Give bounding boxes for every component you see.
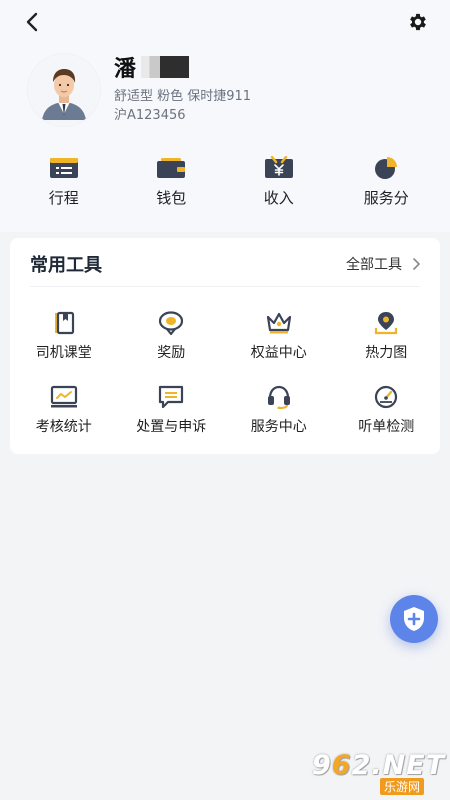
name-redaction-mask: [141, 56, 190, 78]
name-row: 潘: [114, 52, 190, 82]
common-tools-card: 常用工具 全部工具 司机课堂 奖励 权益中心 热力图 考核统计 处置与申诉 服务…: [10, 238, 440, 454]
divider: [30, 286, 420, 287]
back-arrow-icon: [26, 12, 38, 32]
settings-button[interactable]: [406, 10, 430, 34]
back-button[interactable]: [20, 10, 44, 34]
tool-heatmap[interactable]: 热力图: [333, 310, 441, 362]
gauge-icon: [372, 384, 400, 410]
all-tools-label: 全部工具: [346, 257, 402, 273]
car-info: 舒适型 粉色 保时捷911: [114, 89, 252, 104]
tool-reward[interactable]: 奖励: [118, 310, 226, 362]
chart-board-icon: [50, 384, 78, 410]
site-watermark: 962.NET 乐游网: [306, 750, 446, 795]
message-icon: [157, 384, 185, 410]
tool-assessment-stats[interactable]: 考核统计: [10, 384, 118, 436]
income-yen-icon: [261, 155, 297, 181]
tool-label: 听单检测: [358, 419, 415, 435]
safety-shield-button[interactable]: [390, 595, 438, 643]
tool-label: 司机课堂: [35, 345, 92, 361]
tool-label: 服务中心: [250, 419, 307, 435]
tool-label: 权益中心: [250, 345, 307, 361]
book-icon: [50, 310, 78, 336]
tool-label: 处置与申诉: [136, 419, 207, 435]
tool-label: 考核统计: [35, 419, 92, 435]
quick-action-trips[interactable]: 行程: [10, 155, 118, 215]
tool-benefits-center[interactable]: 权益中心: [225, 310, 333, 362]
quick-action-label: 服务分: [363, 189, 409, 207]
tool-service-center[interactable]: 服务中心: [225, 384, 333, 436]
quick-actions: 行程 钱包 收入 服务分: [10, 155, 440, 215]
gear-icon: [410, 13, 426, 31]
wallet-icon: [153, 155, 189, 181]
quick-action-income[interactable]: 收入: [225, 155, 333, 215]
quick-action-label: 行程: [48, 189, 79, 207]
tool-order-detection[interactable]: 听单检测: [333, 384, 441, 436]
tool-disposal-appeal[interactable]: 处置与申诉: [118, 384, 226, 436]
chevron-right-icon: [412, 258, 420, 270]
quick-action-wallet[interactable]: 钱包: [118, 155, 226, 215]
reward-badge-icon: [157, 310, 185, 336]
shield-plus-icon: [404, 607, 424, 631]
driver-avatar-icon: [28, 54, 100, 126]
tool-label: 热力图: [365, 345, 408, 361]
location-pin-icon: [372, 310, 400, 336]
driver-profile[interactable]: 潘 舒适型 粉色 保时捷911 沪A123456: [28, 52, 428, 126]
headset-icon: [265, 384, 293, 410]
trip-list-icon: [46, 155, 82, 181]
header-area: 潘 舒适型 粉色 保时捷911 沪A123456 行程 钱包 收入 服务分: [0, 0, 450, 232]
tools-grid: 司机课堂 奖励 权益中心 热力图 考核统计 处置与申诉 服务中心 听单检测: [10, 310, 440, 436]
section-title: 常用工具: [30, 255, 102, 276]
quick-action-label: 钱包: [156, 189, 187, 207]
tool-label: 奖励: [157, 345, 186, 361]
crown-icon: [265, 310, 293, 336]
quick-action-label: 收入: [263, 189, 294, 207]
license-plate: 沪A123456: [114, 108, 186, 123]
card-header: 常用工具 全部工具: [10, 238, 440, 288]
score-pie-icon: [368, 155, 404, 181]
watermark-subtitle: 乐游网: [380, 778, 425, 795]
all-tools-link[interactable]: 全部工具: [346, 254, 420, 274]
watermark-logo: 962.NET: [312, 750, 446, 781]
quick-action-service-score[interactable]: 服务分: [333, 155, 441, 215]
avatar[interactable]: [28, 54, 100, 126]
driver-name: 潘: [114, 57, 138, 82]
tool-driver-class[interactable]: 司机课堂: [10, 310, 118, 362]
